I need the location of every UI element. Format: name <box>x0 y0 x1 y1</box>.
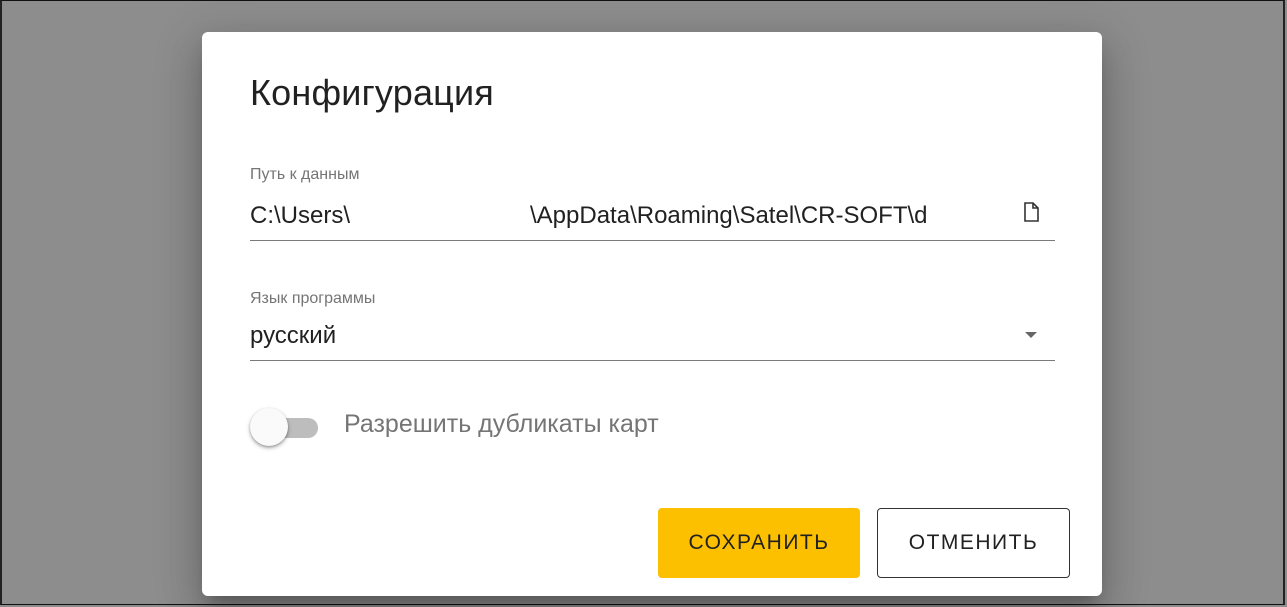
allow-duplicates-toggle[interactable] <box>250 406 334 450</box>
language-value[interactable]: русский <box>250 322 336 350</box>
data-path-value-end[interactable]: \AppData\Roaming\Satel\CR-SOFT\d <box>530 202 1000 230</box>
dialog-title: Конфигурация <box>250 72 494 113</box>
cancel-button[interactable]: ОТМЕНИТЬ <box>877 508 1070 578</box>
language-select[interactable]: Язык программы русский <box>250 284 1055 362</box>
dropdown-arrow-icon[interactable] <box>1020 324 1042 346</box>
save-button[interactable]: СОХРАНИТЬ <box>658 508 860 578</box>
data-path-value-start[interactable]: C:\Users\ <box>250 202 350 230</box>
language-underline <box>250 360 1055 361</box>
toggle-thumb[interactable] <box>250 408 288 446</box>
data-path-label: Путь к данным <box>250 166 360 183</box>
allow-duplicates-label: Разрешить дубликаты карт <box>344 410 659 438</box>
file-icon[interactable] <box>1020 200 1042 224</box>
data-path-field[interactable]: Путь к данным C:\Users\ \AppData\Roaming… <box>250 160 1055 242</box>
language-label: Язык программы <box>250 290 376 307</box>
configuration-dialog: Конфигурация Путь к данным C:\Users\ \Ap… <box>202 32 1102 596</box>
data-path-underline <box>250 240 1055 241</box>
